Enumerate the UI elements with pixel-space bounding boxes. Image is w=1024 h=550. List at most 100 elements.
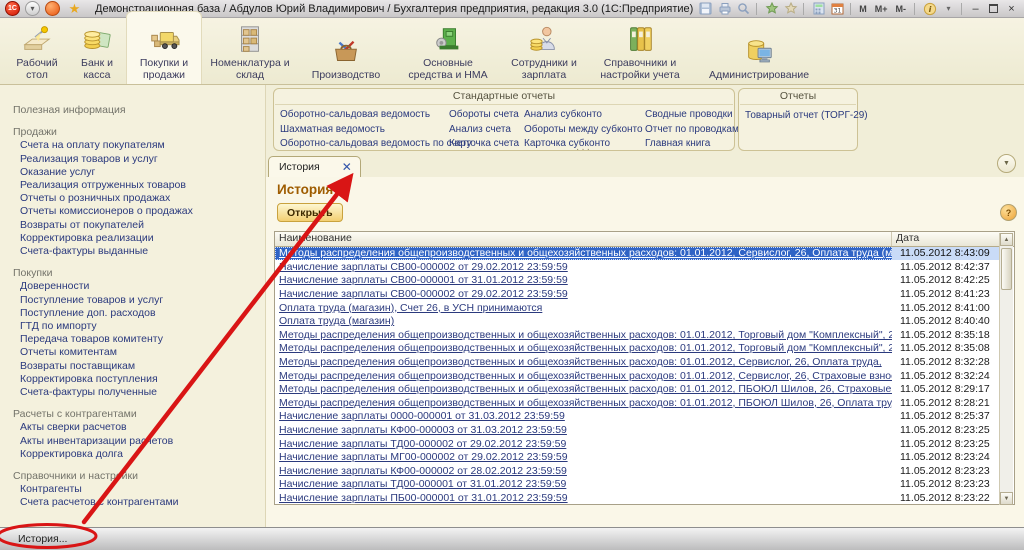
sidebar-item[interactable]: Поступление доп. расходов xyxy=(0,307,265,320)
table-row[interactable]: Оплата труда (магазин)11.05.2012 8:40:40 xyxy=(275,315,1014,329)
report-link[interactable]: Товарный отчет (ТОРГ-29) xyxy=(745,109,857,124)
row-name-link[interactable]: Начисление зарплаты СВ00-000002 от 29.02… xyxy=(275,288,892,301)
report-link[interactable]: Анализ субконто xyxy=(524,108,643,123)
sidebar-item[interactable]: Контрагенты xyxy=(0,483,265,496)
row-name-link[interactable]: Начисление зарплаты КФ00-000002 от 28.02… xyxy=(275,465,892,478)
sidebar-item[interactable]: Возвраты от покупателей xyxy=(0,219,265,232)
row-date[interactable]: 11.05.2012 8:35:18 xyxy=(892,329,1002,342)
table-row[interactable]: Методы распределения общепроизводственны… xyxy=(275,342,1014,356)
table-scrollbar[interactable]: ▲ ▼ xyxy=(999,233,1013,505)
row-date[interactable]: 11.05.2012 8:23:25 xyxy=(892,438,1002,451)
row-date[interactable]: 11.05.2012 8:41:00 xyxy=(892,302,1002,315)
sidebar-item[interactable]: Поступление товаров и услуг xyxy=(0,294,265,307)
table-row[interactable]: Методы распределения общепроизводственны… xyxy=(275,383,1014,397)
row-name-link[interactable]: Начисление зарплаты 0000-000001 от 31.03… xyxy=(275,410,892,423)
section-desktop[interactable]: Рабочий стол xyxy=(6,12,68,84)
report-link[interactable]: Отчет по проводкам xyxy=(645,123,739,138)
table-row[interactable]: Методы распределения общепроизводственны… xyxy=(275,397,1014,411)
row-name-link[interactable]: Методы распределения общепроизводственны… xyxy=(275,370,892,383)
row-date[interactable]: 11.05.2012 8:23:24 xyxy=(892,451,1002,464)
column-header-date[interactable]: Дата xyxy=(892,232,1000,246)
sidebar-item[interactable]: Возвраты поставщикам xyxy=(0,360,265,373)
minimize-button[interactable]: – xyxy=(967,2,984,16)
row-date[interactable]: 11.05.2012 8:42:25 xyxy=(892,274,1002,287)
scroll-up-icon[interactable]: ▲ xyxy=(1000,233,1013,246)
section-catalogs[interactable]: Справочники и настройки учета xyxy=(586,12,694,84)
row-name-link[interactable]: Начисление зарплаты ТД00-000002 от 29.02… xyxy=(275,438,892,451)
row-name-link[interactable]: Начисление зарплаты КФ00-000003 от 31.03… xyxy=(275,424,892,437)
sidebar-item[interactable]: Акты сверки расчетов xyxy=(0,421,265,434)
report-link[interactable]: Оборотно-сальдовая ведомость xyxy=(280,108,472,123)
sidebar-item[interactable]: Корректировка поступления xyxy=(0,373,265,386)
sidebar-item[interactable]: Передача товаров комитенту xyxy=(0,333,265,346)
info-chevron-icon[interactable]: ▾ xyxy=(940,1,957,16)
row-name-link[interactable]: Начисление зарплаты МГ00-000002 от 29.02… xyxy=(275,451,892,464)
row-name-link[interactable]: Методы распределения общепроизводственны… xyxy=(275,329,892,342)
sidebar-item[interactable]: Реализация отгруженных товаров xyxy=(0,179,265,192)
row-name-link[interactable]: Начисление зарплаты СВ00-000002 от 29.02… xyxy=(275,261,892,274)
help-button[interactable]: ? xyxy=(1000,204,1017,221)
section-staff[interactable]: Сотрудники и зарплата xyxy=(502,12,586,84)
row-name-link[interactable]: Начисление зарплаты ПБ00-000001 от 31.01… xyxy=(275,492,892,504)
memory-recall-button[interactable]: M xyxy=(855,4,871,14)
section-production[interactable]: Производство xyxy=(298,12,394,84)
row-date[interactable]: 11.05.2012 8:41:23 xyxy=(892,288,1002,301)
row-date[interactable]: 11.05.2012 8:23:23 xyxy=(892,465,1002,478)
column-header-name[interactable]: Наименование xyxy=(275,232,892,246)
row-name-link[interactable]: Методы распределения общепроизводственны… xyxy=(275,383,892,396)
status-history-link[interactable]: История... xyxy=(18,533,67,545)
table-row[interactable]: Начисление зарплаты СВ00-000002 от 29.02… xyxy=(275,261,1014,275)
table-row[interactable]: Начисление зарплаты КФ00-000003 от 31.03… xyxy=(275,424,1014,438)
table-row[interactable]: Начисление зарплаты 0000-000001 от 31.03… xyxy=(275,410,1014,424)
report-link[interactable]: Карточка счета xyxy=(449,137,519,152)
sidebar-item[interactable]: Отчеты комитентам xyxy=(0,346,265,359)
table-row[interactable]: Начисление зарплаты ТД00-000001 от 31.01… xyxy=(275,478,1014,492)
tab-list-chevron-button[interactable]: ▼ xyxy=(997,154,1016,173)
section-bank[interactable]: Банк и касса xyxy=(68,12,126,84)
report-link[interactable]: Оборотно-сальдовая ведомость по счету xyxy=(280,137,472,152)
table-row[interactable]: Методы распределения общепроизводственны… xyxy=(275,247,1014,261)
tab-close-icon[interactable]: ✕ xyxy=(342,162,352,172)
row-name-link[interactable]: Методы распределения общепроизводственны… xyxy=(275,247,892,260)
scroll-thumb[interactable] xyxy=(1001,248,1012,290)
calendar-icon[interactable]: 31 xyxy=(829,1,846,16)
section-stock[interactable]: Номенклатура и склад xyxy=(202,12,298,84)
sidebar-item[interactable]: Корректировка реализации xyxy=(0,232,265,245)
row-name-link[interactable]: Методы распределения общепроизводственны… xyxy=(275,397,892,410)
report-link[interactable]: Анализ счета xyxy=(449,123,519,138)
table-row[interactable]: Начисление зарплаты СВ00-000001 от 31.01… xyxy=(275,274,1014,288)
row-name-link[interactable]: Методы распределения общепроизводственны… xyxy=(275,342,892,355)
report-link[interactable]: Сводные проводки xyxy=(645,108,739,123)
info-icon[interactable]: i xyxy=(921,1,938,16)
report-link[interactable]: Обороты счета xyxy=(449,108,519,123)
tab-history[interactable]: История✕ xyxy=(268,156,361,178)
row-date[interactable]: 11.05.2012 8:35:08 xyxy=(892,342,1002,355)
report-link[interactable]: Главная книга xyxy=(645,137,739,152)
table-row[interactable]: Методы распределения общепроизводственны… xyxy=(275,369,1014,383)
row-name-link[interactable]: Начисление зарплаты ТД00-000001 от 31.01… xyxy=(275,478,892,491)
sidebar-item[interactable]: Акты инвентаризации расчетов xyxy=(0,435,265,448)
sidebar-item[interactable]: Счета на оплату покупателям xyxy=(0,139,265,152)
table-row[interactable]: Начисление зарплаты ПБ00-000001 от 31.01… xyxy=(275,492,1014,504)
row-date[interactable]: 11.05.2012 8:23:23 xyxy=(892,478,1002,491)
section-admin[interactable]: Администрирование xyxy=(694,12,824,84)
row-date[interactable]: 11.05.2012 8:32:24 xyxy=(892,370,1002,383)
row-date[interactable]: 11.05.2012 8:32:28 xyxy=(892,356,1002,369)
memory-subtract-button[interactable]: M- xyxy=(892,4,911,14)
sidebar-item[interactable]: Отчеты о розничных продажах xyxy=(0,192,265,205)
row-date[interactable]: 11.05.2012 8:28:21 xyxy=(892,397,1002,410)
section-assets[interactable]: Основные средства и НМА xyxy=(394,12,502,84)
table-row[interactable]: Начисление зарплаты ТД00-000002 от 29.02… xyxy=(275,437,1014,451)
row-name-link[interactable]: Начисление зарплаты СВ00-000001 от 31.01… xyxy=(275,274,892,287)
sidebar-item[interactable]: ГТД по импорту xyxy=(0,320,265,333)
sidebar-item[interactable]: Реализация товаров и услуг xyxy=(0,153,265,166)
row-name-link[interactable]: Методы распределения общепроизводственны… xyxy=(275,356,892,369)
row-date[interactable]: 11.05.2012 8:25:37 xyxy=(892,410,1002,423)
row-name-link[interactable]: Оплата труда (магазин) xyxy=(275,315,892,328)
report-link[interactable]: Обороты между субконто xyxy=(524,123,643,138)
table-row[interactable]: Методы распределения общепроизводственны… xyxy=(275,356,1014,370)
row-date[interactable]: 11.05.2012 8:29:17 xyxy=(892,383,1002,396)
row-date[interactable]: 11.05.2012 8:43:09 xyxy=(892,247,1002,260)
sidebar-item[interactable]: Счета-фактуры выданные xyxy=(0,245,265,258)
close-button[interactable]: × xyxy=(1003,2,1020,16)
